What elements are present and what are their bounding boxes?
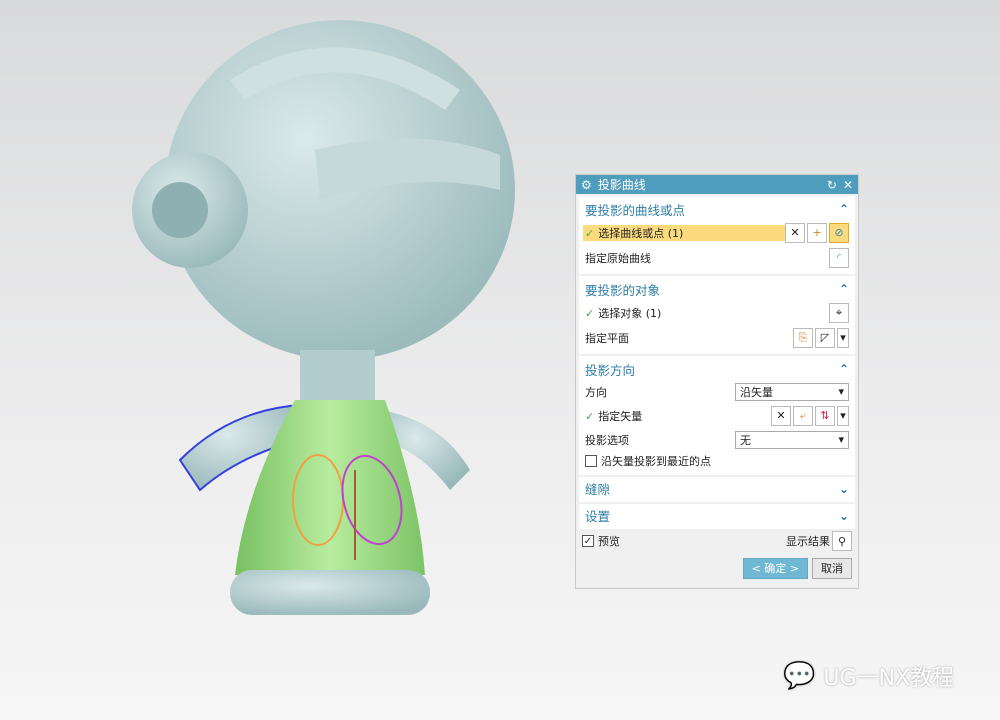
select-object-label: 选择对象 (1) — [598, 306, 662, 320]
deselect-icon[interactable]: ✕ — [771, 405, 791, 426]
check-icon: ✓ — [585, 306, 595, 320]
specify-vector-label: 指定矢量 — [598, 409, 643, 423]
section-title: 设置 — [585, 509, 611, 524]
projection-option-select[interactable]: 无 ▾ — [735, 430, 849, 449]
dialog-title: 投影曲线 — [597, 178, 646, 192]
checkbox-unchecked[interactable] — [585, 455, 597, 467]
check-icon: ✓ — [585, 409, 595, 423]
direction-value: 沿矢量 — [740, 385, 773, 399]
vector-dropdown[interactable]: ▾ — [837, 405, 849, 426]
specify-plane-label: 指定平面 — [585, 331, 629, 345]
close-icon[interactable]: ✕ — [843, 178, 853, 192]
chevron-up-icon[interactable]: ⌃ — [839, 362, 849, 376]
robot-model — [132, 20, 515, 615]
preview-checkbox[interactable]: ✓ — [582, 535, 594, 547]
direction-select[interactable]: 沿矢量 ▾ — [735, 382, 849, 401]
gear-icon[interactable]: ⚙ — [581, 178, 592, 192]
chevron-down-icon[interactable]: ⌄ — [839, 509, 849, 523]
watermark: 💬 UG一NX教程 — [783, 660, 954, 692]
plane-dialog-icon[interactable]: ⎘ — [793, 327, 813, 348]
nearest-point-label: 沿矢量投影到最近的点 — [601, 455, 711, 468]
chevron-up-icon[interactable]: ⌃ — [839, 282, 849, 296]
chevron-up-icon[interactable]: ⌃ — [839, 202, 849, 216]
section-header-curves[interactable]: 要投影的曲线或点 ⌃ — [585, 198, 849, 220]
projection-option-value: 无 — [740, 433, 751, 447]
ok-button[interactable]: < 确定 > — [742, 557, 808, 579]
select-curve-label: 选择曲线或点 (1) — [598, 226, 684, 240]
add-point-icon[interactable]: + — [807, 222, 827, 243]
show-result-label: 显示结果 — [786, 535, 830, 548]
section-settings[interactable]: 设置 ⌄ — [579, 504, 855, 529]
dialog-title-bar: ⚙ 投影曲线 ↻ ✕ — [576, 175, 858, 194]
magnifier-icon[interactable]: ⚲ — [832, 531, 852, 551]
check-icon: ✓ — [585, 226, 595, 240]
chevron-down-icon[interactable]: ⌄ — [839, 482, 849, 496]
section-curves: 要投影的曲线或点 ⌃ ✓ 选择曲线或点 (1) ✕ + ⊘ 指定原始曲线 ◜ — [579, 196, 855, 274]
section-header-direction[interactable]: 投影方向 ⌃ — [585, 358, 849, 380]
preview-label: 预览 — [598, 535, 620, 548]
section-direction: 投影方向 ⌃ 方向 沿矢量 ▾ ✓ 指定矢量 ✕ ⤶ ⇅ ▾ 投影选项 无 ▾ 沿矢量投影到最近的点 — [579, 356, 855, 475]
plane-dropdown[interactable]: ▾ — [837, 327, 849, 348]
original-curve-label: 指定原始曲线 — [585, 251, 651, 265]
direction-label: 方向 — [585, 385, 607, 399]
project-curve-dialog: ⚙ 投影曲线 ↻ ✕ 要投影的曲线或点 ⌃ ✓ 选择曲线或点 (1) ✕ + ⊘ 指定原… — [575, 174, 859, 589]
projection-option-label: 投影选项 — [585, 433, 629, 447]
section-title: 缝隙 — [585, 482, 611, 497]
cancel-button[interactable]: 取消 — [812, 557, 852, 579]
nearest-point-checkbox[interactable]: 沿矢量投影到最近的点 — [585, 451, 849, 471]
vector-dialog-icon[interactable]: ⤶ — [793, 405, 813, 426]
crosshair-icon[interactable]: ⌖ — [829, 302, 849, 323]
select-curve-row[interactable]: ✓ 选择曲线或点 (1) — [583, 224, 785, 241]
wechat-icon: 💬 — [783, 661, 816, 691]
deselect-icon[interactable]: ✕ — [785, 222, 805, 243]
section-title: 要投影的曲线或点 — [585, 202, 686, 218]
original-curve-icon[interactable]: ◜ — [829, 247, 849, 268]
section-title: 投影方向 — [585, 362, 636, 378]
watermark-text: UG一NX教程 — [823, 666, 955, 691]
section-objects: 要投影的对象 ⌃ ✓ 选择对象 (1) ⌖ 指定平面 ⎘ ◸ ▾ — [579, 276, 855, 354]
plane-icon[interactable]: ◸ — [815, 327, 835, 348]
reset-icon[interactable]: ↻ — [827, 178, 837, 192]
reverse-direction-icon[interactable]: ⇅ — [815, 405, 835, 426]
curve-rule-icon[interactable]: ⊘ — [829, 222, 849, 243]
section-header-objects[interactable]: 要投影的对象 ⌃ — [585, 278, 849, 300]
section-gap[interactable]: 缝隙 ⌄ — [579, 477, 855, 502]
section-title: 要投影的对象 — [585, 282, 661, 298]
